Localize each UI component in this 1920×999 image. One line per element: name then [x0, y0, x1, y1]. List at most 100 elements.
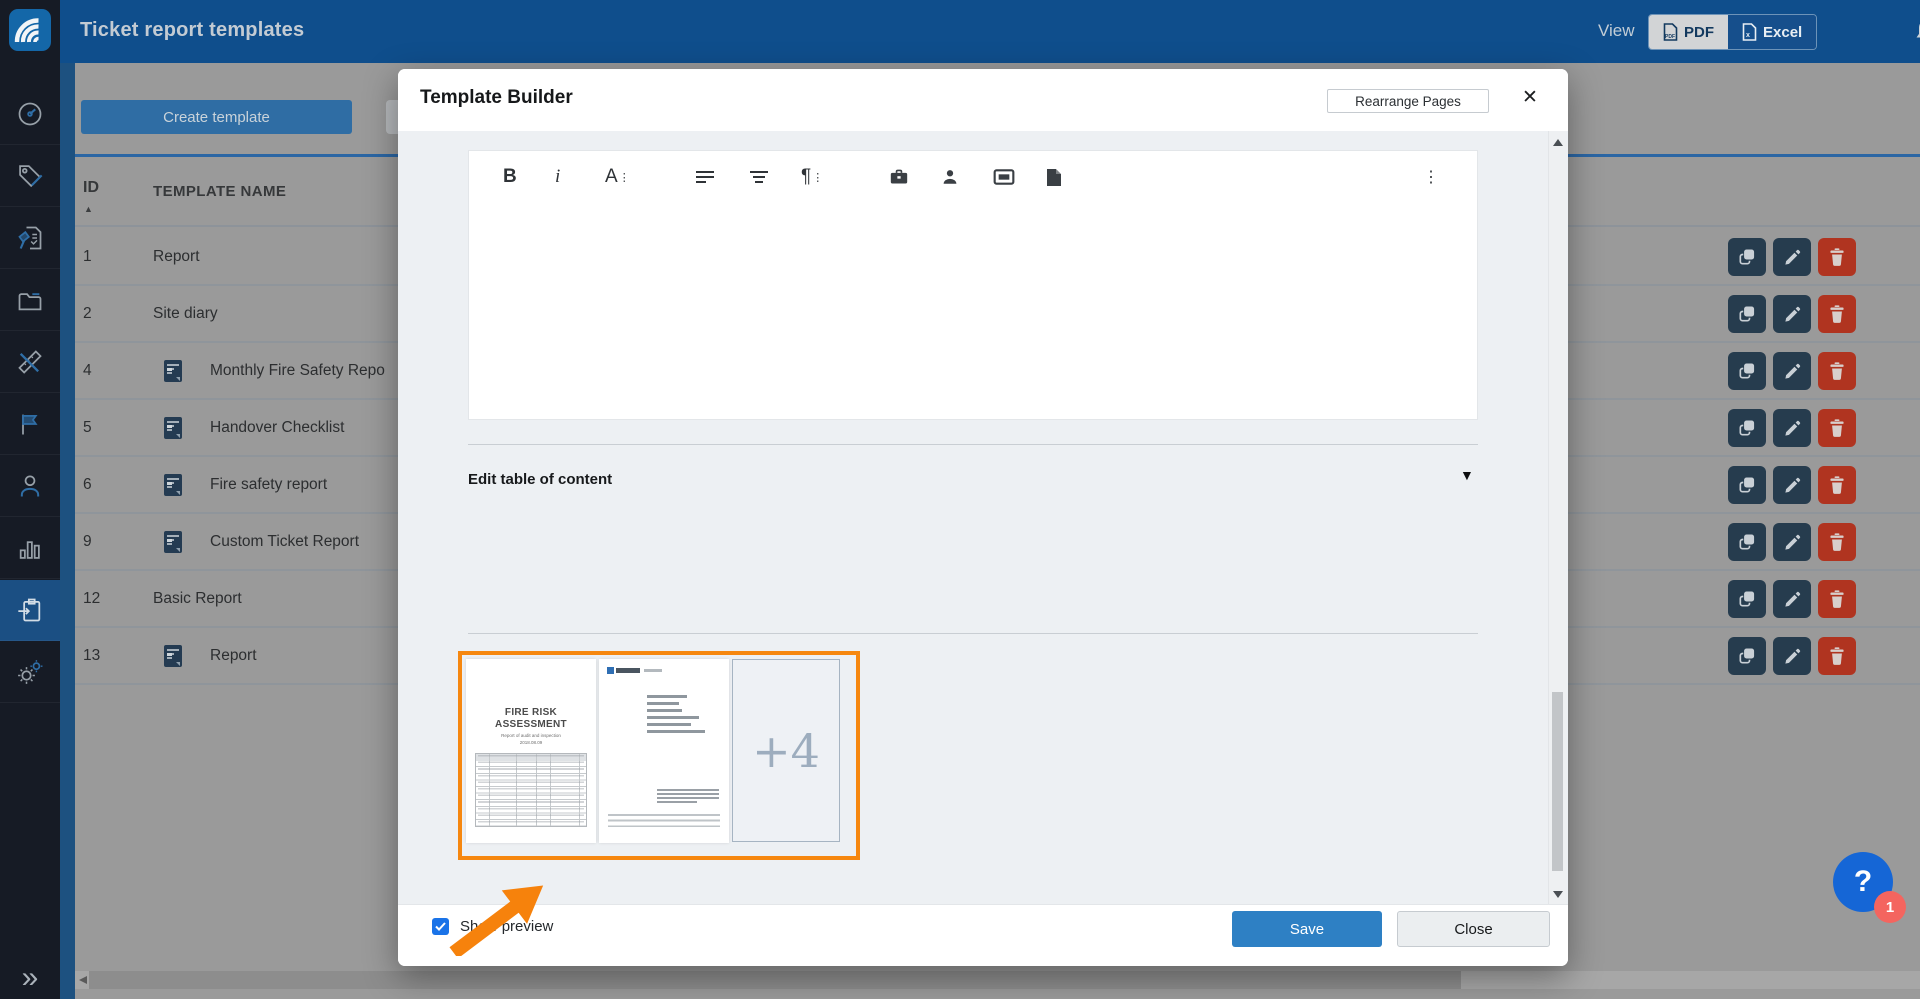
sidebar-item-plans[interactable]: [0, 332, 60, 393]
modal-title: Template Builder: [420, 87, 573, 109]
align-left-icon[interactable]: [695, 165, 715, 189]
sidebar-item-ticket-reports[interactable]: [0, 580, 60, 641]
create-template-button[interactable]: Create template: [81, 100, 352, 134]
duplicate-button[interactable]: [1728, 580, 1766, 618]
sidebar-item-tags[interactable]: [0, 146, 60, 207]
pdf-template-icon: [163, 644, 183, 668]
rich-text-editor[interactable]: B i A⋮ ¶⋮ ⋮: [468, 150, 1478, 420]
scroll-left-arrow-icon[interactable]: [79, 976, 87, 984]
sidebar-nav: »: [0, 0, 60, 999]
edit-button[interactable]: [1773, 523, 1811, 561]
template-name: Fire safety report: [210, 476, 327, 494]
sort-ascending-icon[interactable]: ▲: [84, 204, 93, 214]
duplicate-button[interactable]: [1728, 637, 1766, 675]
duplicate-button[interactable]: [1728, 352, 1766, 390]
sidebar-item-flags[interactable]: [0, 394, 60, 455]
italic-button[interactable]: i: [555, 165, 560, 189]
project-field-icon[interactable]: [889, 165, 909, 189]
align-center-icon[interactable]: [749, 165, 769, 189]
toc-chevron-down-icon[interactable]: ▼: [1460, 467, 1474, 483]
sidebar-collapse-toggle[interactable]: »: [0, 961, 60, 995]
edit-button[interactable]: [1773, 352, 1811, 390]
paragraph-style-button[interactable]: ¶⋮: [801, 165, 823, 189]
edit-button[interactable]: [1773, 637, 1811, 675]
app-header: Ticket report templates View PDF PDF x E…: [60, 0, 1920, 63]
scroll-down-arrow-icon[interactable]: [1553, 891, 1563, 898]
sidebar-item-projects[interactable]: [0, 270, 60, 331]
edit-button[interactable]: [1773, 580, 1811, 618]
duplicate-button[interactable]: [1728, 409, 1766, 447]
edit-button[interactable]: [1773, 466, 1811, 504]
sidebar-item-dashboard[interactable]: [0, 84, 60, 145]
sidebar-item-users[interactable]: [0, 456, 60, 517]
row-id: 1: [83, 248, 92, 266]
tag-icon: [16, 162, 44, 190]
sidebar-item-settings[interactable]: [0, 642, 60, 703]
preview-page-1[interactable]: FIRE RISK ASSESSMENT Report of audit and…: [466, 659, 596, 843]
duplicate-button[interactable]: [1728, 238, 1766, 276]
edit-button[interactable]: [1773, 238, 1811, 276]
template-name: Handover Checklist: [210, 419, 344, 437]
horizontal-scrollbar[interactable]: [75, 971, 1920, 989]
preview-page-2[interactable]: [599, 659, 729, 843]
notification-bell-icon[interactable]: [1912, 16, 1920, 50]
row-actions: [1728, 352, 1856, 390]
delete-button[interactable]: [1818, 409, 1856, 447]
folder-icon: [16, 286, 44, 314]
rearrange-pages-button[interactable]: Rearrange Pages: [1327, 89, 1489, 113]
preview-doc-table-text: [478, 755, 584, 825]
preview-doc-date: 2018.08.09: [466, 740, 596, 745]
view-format-toggle: PDF PDF x Excel: [1648, 14, 1817, 50]
edit-button[interactable]: [1773, 295, 1811, 333]
pdf-label: PDF: [1684, 24, 1714, 41]
pdf-template-icon: [163, 416, 183, 440]
view-excel-button[interactable]: x Excel: [1728, 15, 1816, 49]
delete-button[interactable]: [1818, 295, 1856, 333]
modal-scrollbar[interactable]: [1548, 131, 1566, 904]
delete-button[interactable]: [1818, 352, 1856, 390]
person-icon: [16, 472, 44, 500]
edit-toc-label[interactable]: Edit table of content: [468, 471, 612, 488]
preview-logo-caption: [644, 669, 662, 672]
modal-scrollbar-thumb[interactable]: [1552, 692, 1563, 871]
delete-button[interactable]: [1818, 580, 1856, 618]
sidebar-item-statistics[interactable]: [0, 518, 60, 579]
document-field-icon[interactable]: [1046, 165, 1062, 189]
close-button[interactable]: Close: [1397, 911, 1550, 947]
duplicate-button[interactable]: [1728, 295, 1766, 333]
row-id: 5: [83, 419, 92, 437]
view-pdf-button[interactable]: PDF PDF: [1649, 15, 1728, 49]
save-button[interactable]: Save: [1232, 911, 1382, 947]
preview-more-pages[interactable]: +4: [732, 659, 840, 842]
question-mark-icon: ?: [1854, 865, 1872, 899]
scroll-up-arrow-icon[interactable]: [1553, 139, 1563, 146]
horizontal-scrollbar-thumb[interactable]: [89, 971, 1461, 989]
duplicate-button[interactable]: [1728, 466, 1766, 504]
page-preview-strip[interactable]: FIRE RISK ASSESSMENT Report of audit and…: [458, 651, 860, 860]
svg-text:x: x: [1746, 32, 1750, 39]
delete-button[interactable]: [1818, 637, 1856, 675]
editor-kebab-menu[interactable]: ⋮: [1423, 165, 1439, 189]
row-actions: [1728, 466, 1856, 504]
help-button[interactable]: ? 1: [1833, 852, 1893, 912]
delete-button[interactable]: [1818, 238, 1856, 276]
delete-button[interactable]: [1818, 466, 1856, 504]
view-label: View: [1598, 21, 1635, 41]
pdf-template-icon: [163, 473, 183, 497]
excel-file-icon: x: [1742, 23, 1757, 41]
ticket-field-icon[interactable]: [993, 165, 1015, 189]
report-hammer-icon: [16, 224, 44, 252]
column-header-id[interactable]: ID: [83, 179, 99, 197]
app-logo[interactable]: [9, 9, 51, 51]
template-name: Basic Report: [153, 590, 242, 608]
column-header-template-name[interactable]: TEMPLATE NAME: [153, 183, 286, 200]
edit-button[interactable]: [1773, 409, 1811, 447]
font-size-button[interactable]: A⋮: [605, 165, 630, 189]
person-field-icon[interactable]: [941, 165, 959, 189]
modal-close-icon[interactable]: ✕: [1515, 83, 1545, 113]
row-actions: [1728, 409, 1856, 447]
sidebar-item-reports[interactable]: [0, 208, 60, 269]
bold-button[interactable]: B: [503, 165, 517, 189]
delete-button[interactable]: [1818, 523, 1856, 561]
duplicate-button[interactable]: [1728, 523, 1766, 561]
